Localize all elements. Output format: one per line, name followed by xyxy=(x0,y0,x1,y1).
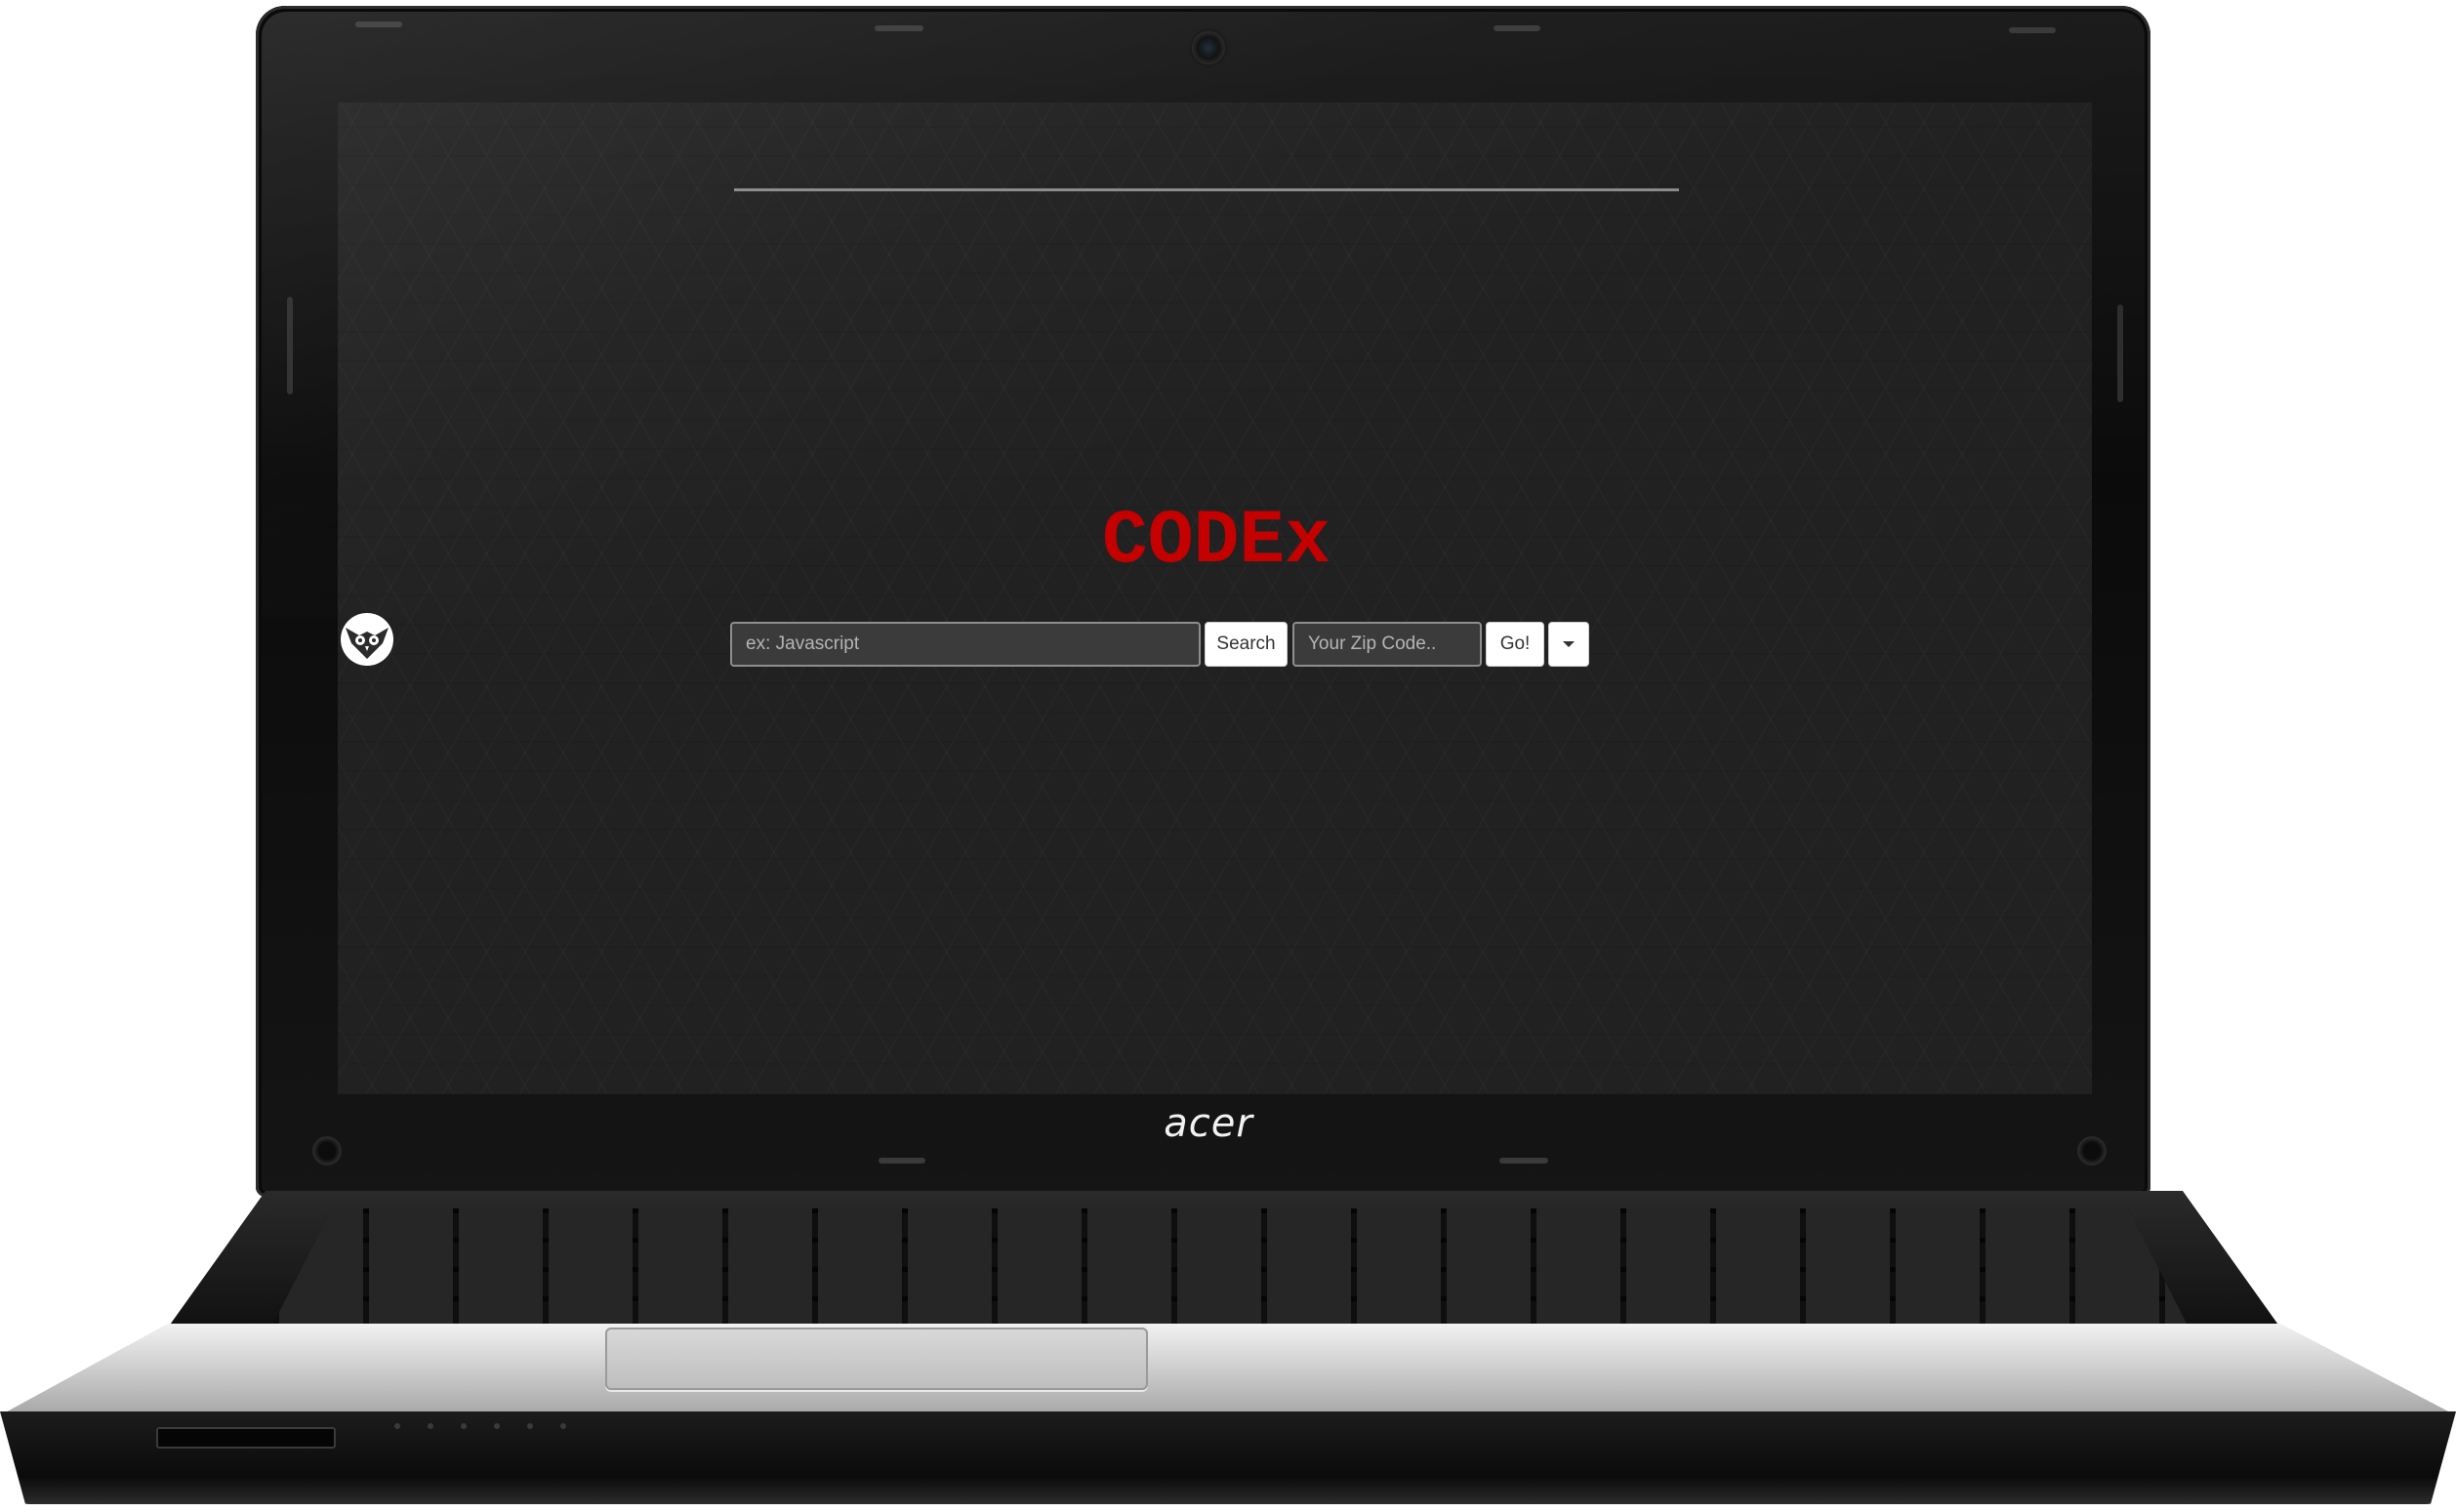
go-button[interactable]: Go! xyxy=(1486,622,1544,667)
laptop-base xyxy=(0,1411,2456,1504)
keyword-search-input[interactable] xyxy=(730,622,1201,667)
status-led xyxy=(560,1423,566,1429)
brand-logo: acer xyxy=(1164,1101,1253,1146)
caret-down-icon xyxy=(1563,640,1575,647)
bezel-mark xyxy=(875,25,923,31)
zip-code-input[interactable] xyxy=(1292,622,1482,667)
status-led xyxy=(394,1423,400,1429)
palmrest xyxy=(0,1324,2456,1415)
status-led xyxy=(428,1423,433,1429)
screen: CODEx Search Go! xyxy=(338,102,2092,1094)
page-title: CODEx xyxy=(1101,499,1331,585)
bezel-mark xyxy=(355,21,402,27)
bezel-mark xyxy=(1499,1158,1548,1164)
owl-logo-icon[interactable] xyxy=(338,610,396,667)
header-divider xyxy=(734,188,1679,191)
touchpad xyxy=(605,1328,1148,1390)
bezel-side-mark xyxy=(287,297,293,394)
status-led xyxy=(461,1423,467,1429)
status-led xyxy=(494,1423,500,1429)
bezel-mark xyxy=(879,1158,925,1164)
search-button[interactable]: Search xyxy=(1205,622,1288,667)
dropdown-toggle-button[interactable] xyxy=(1548,622,1589,667)
card-reader-slot xyxy=(156,1427,336,1449)
bezel-bumper xyxy=(2077,1136,2107,1165)
bezel-side-mark xyxy=(2117,305,2123,402)
laptop-photo: acer CODEx Search Go! xyxy=(0,0,2456,1512)
keyboard xyxy=(273,1208,2187,1324)
bezel-mark xyxy=(2009,27,2056,33)
status-led xyxy=(527,1423,533,1429)
webcam-icon xyxy=(1192,31,1225,64)
bezel-bumper xyxy=(312,1136,342,1165)
bezel-mark xyxy=(1494,25,1540,31)
